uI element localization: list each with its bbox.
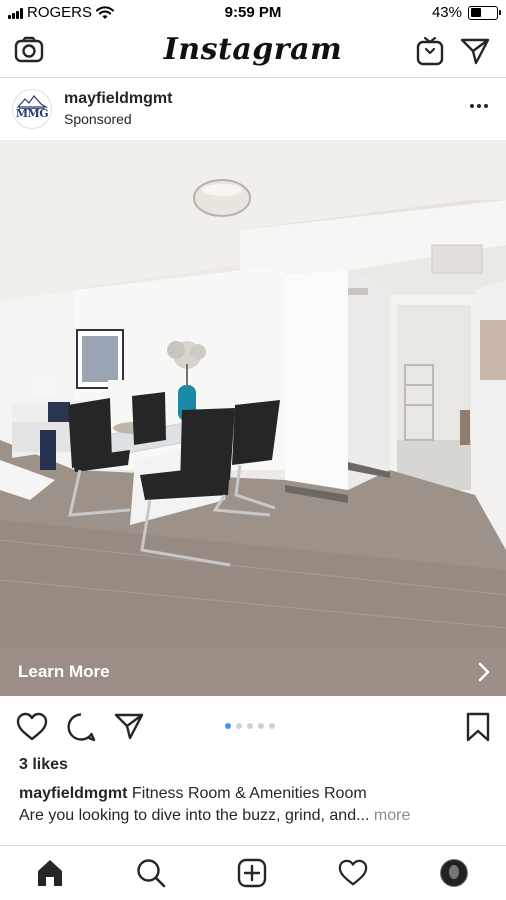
avatar-logo-text: MMG: [15, 107, 49, 120]
caption-more-link[interactable]: more: [374, 807, 410, 824]
carousel-dot: [225, 723, 231, 729]
caption-line-2: Are you looking to dive into the buzz, g…: [19, 807, 410, 825]
battery-icon: [468, 5, 501, 20]
avatar[interactable]: MMG: [12, 89, 52, 129]
carousel-dot: [258, 723, 264, 729]
post-username[interactable]: mayfieldmgmt: [64, 90, 172, 108]
caption-body: Are you looking to dive into the buzz, g…: [19, 807, 370, 824]
activity-heart-icon[interactable]: [338, 858, 368, 888]
carousel-dot: [269, 723, 275, 729]
post-image[interactable]: [0, 140, 506, 648]
battery-percent: 43%: [431, 4, 462, 21]
share-icon[interactable]: [114, 712, 144, 740]
caption-line-1: mayfieldmgmt Fitness Room & Amenities Ro…: [19, 785, 367, 803]
learn-more-label: Learn More: [18, 662, 110, 681]
status-bar: ROGERS 9:59 PM 43%: [0, 0, 506, 26]
igtv-icon[interactable]: [416, 36, 444, 66]
new-post-icon[interactable]: [237, 858, 267, 888]
bottom-tab-bar: [0, 845, 506, 900]
caption-username[interactable]: mayfieldmgmt: [19, 785, 127, 802]
post-actions: [0, 706, 506, 746]
like-heart-icon[interactable]: [16, 712, 48, 742]
search-icon[interactable]: [136, 858, 166, 888]
chevron-right-icon: [478, 662, 490, 682]
status-time: 9:59 PM: [224, 4, 282, 21]
post-header: MMG mayfieldmgmt Sponsored: [0, 80, 506, 140]
comment-icon[interactable]: [66, 712, 96, 742]
likes-count[interactable]: 3 likes: [19, 756, 68, 774]
more-options-icon[interactable]: [470, 104, 488, 108]
room-photo: [0, 140, 506, 648]
status-right: 43%: [431, 4, 501, 21]
bookmark-icon[interactable]: [466, 712, 490, 742]
direct-message-icon[interactable]: [460, 37, 490, 65]
profile-avatar[interactable]: [440, 859, 468, 887]
carousel-indicator: [225, 723, 275, 729]
sponsored-label: Sponsored: [64, 111, 132, 127]
learn-more-button[interactable]: Learn More: [0, 648, 506, 696]
carousel-dot: [236, 723, 242, 729]
home-icon[interactable]: [35, 858, 65, 888]
carousel-dot: [247, 723, 253, 729]
caption-title: Fitness Room & Amenities Room: [131, 785, 367, 802]
top-nav: Instagram: [0, 26, 506, 78]
